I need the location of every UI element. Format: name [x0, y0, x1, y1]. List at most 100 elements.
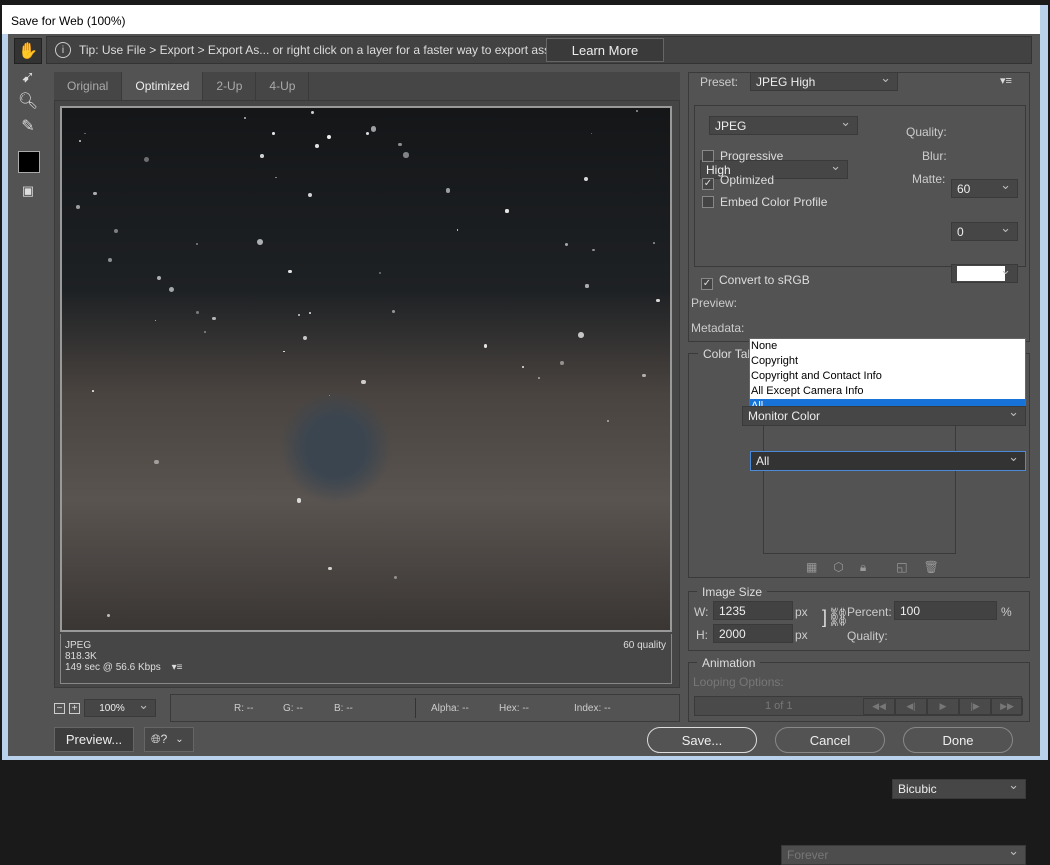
matte-label: Matte:	[912, 172, 946, 186]
format-text: JPEG	[65, 640, 92, 651]
metadata-label: Metadata:	[691, 321, 745, 335]
snow-speck	[606, 419, 610, 423]
optimized-preview-image[interactable]	[60, 106, 672, 632]
readout-divider	[415, 698, 416, 718]
percent-input[interactable]: 100	[894, 601, 997, 620]
cube-icon[interactable]: ⬡	[833, 560, 843, 575]
blur-input[interactable]: 0	[951, 220, 1018, 241]
resample-quality-label: Quality:	[847, 629, 888, 643]
metadata-dropdown-menu: None Copyright Copyright and Contact Inf…	[749, 338, 1026, 414]
snow-speck	[398, 142, 402, 147]
checkbox-icon	[702, 196, 714, 208]
quality-input[interactable]: 60	[951, 177, 1018, 198]
zoom-tool-icon[interactable]: 🔍︎	[14, 88, 42, 114]
metadata-option-copyright[interactable]: Copyright	[750, 354, 1025, 369]
readout-b: B: --	[334, 703, 353, 714]
height-input[interactable]: 2000	[713, 624, 793, 643]
snow-speck	[272, 131, 275, 135]
snow-speck	[169, 286, 175, 293]
snow-speck	[537, 376, 540, 379]
snow-speck	[84, 132, 87, 135]
snow-speck	[296, 498, 302, 503]
embed-color-profile-checkbox[interactable]: Embed Color Profile	[702, 195, 827, 209]
height-unit: px	[795, 628, 808, 642]
animation-label: Animation	[697, 656, 761, 670]
snow-speck	[578, 332, 584, 338]
snow-speck	[635, 110, 639, 113]
new-color-icon[interactable]: ◱	[896, 560, 907, 575]
snow-speck	[370, 126, 377, 133]
snow-speck	[328, 566, 332, 571]
width-input[interactable]: 1235	[713, 601, 793, 620]
zoom-in-icon[interactable]: +	[69, 702, 80, 714]
eyedropper-color-swatch[interactable]	[18, 151, 40, 173]
zoom-out-icon[interactable]: −	[54, 702, 65, 714]
preview-label: Preview:	[691, 296, 738, 310]
preset-label: Preset:	[700, 75, 739, 89]
link-dimensions-icon[interactable]: ]⛓︎	[822, 607, 850, 628]
snow-speck	[560, 360, 565, 365]
next-frame-icon: |▶	[959, 698, 991, 715]
learn-more-button[interactable]: Learn More	[546, 38, 664, 62]
lock-icon[interactable]: 🔒︎	[860, 560, 866, 575]
looping-select: Forever	[781, 843, 1026, 865]
snow-speck	[204, 330, 207, 334]
snow-speck	[107, 613, 111, 617]
web-snap-icon[interactable]: ▦	[806, 560, 817, 575]
slice-select-tool-icon[interactable]: ➹	[14, 64, 42, 90]
preview-color-select[interactable]: Monitor Color	[742, 404, 1026, 426]
done-button[interactable]: Done	[903, 727, 1013, 753]
snow-speck	[326, 134, 331, 139]
tab-2-up[interactable]: 2-Up	[203, 72, 257, 100]
metadata-option-none[interactable]: None	[750, 339, 1025, 354]
convert-srgb-label: Convert to sRGB	[719, 273, 810, 287]
width-label: W:	[694, 605, 709, 619]
resample-quality-select[interactable]: Bicubic	[892, 777, 1026, 799]
snow-speck	[585, 284, 589, 288]
tab-optimized[interactable]: Optimized	[122, 72, 204, 100]
toggle-slices-icon[interactable]: ▣	[14, 178, 42, 204]
tab-4-up[interactable]: 4-Up	[256, 72, 310, 100]
readout-alpha: Alpha: --	[431, 703, 469, 714]
metadata-select[interactable]: All	[750, 449, 1026, 471]
snow-speck	[256, 239, 263, 246]
checkbox-icon	[702, 150, 714, 162]
preset-select[interactable]: JPEG High	[750, 70, 898, 91]
matte-color-swatch	[957, 266, 1005, 281]
cancel-button[interactable]: Cancel	[775, 727, 885, 753]
matte-select[interactable]	[951, 262, 1018, 283]
checkmark-icon: ✓	[701, 278, 713, 290]
optimized-checkbox[interactable]: ✓ Optimized	[702, 173, 774, 190]
hand-tool-icon[interactable]: ✋	[14, 38, 42, 64]
tab-original[interactable]: Original	[54, 72, 123, 100]
browser-preview-button[interactable]: 🌐︎? ⌄	[144, 727, 194, 752]
frame-counter: 1 of 1	[765, 700, 793, 712]
optimize-menu-icon[interactable]: ▾≡	[1000, 74, 1012, 87]
snow-speck	[260, 154, 264, 158]
snow-speck	[107, 257, 113, 262]
last-frame-icon: ▶▶	[991, 698, 1023, 715]
format-select[interactable]: JPEG	[709, 114, 858, 135]
snow-speck	[394, 576, 398, 580]
convert-srgb-checkbox[interactable]: ✓ Convert to sRGB	[701, 273, 810, 290]
metadata-option-all-except-camera[interactable]: All Except Camera Info	[750, 384, 1025, 399]
snow-speck	[196, 243, 198, 245]
metadata-option-copyright-contact[interactable]: Copyright and Contact Info	[750, 369, 1025, 384]
progressive-checkbox[interactable]: Progressive	[702, 149, 783, 163]
snow-speck	[76, 205, 81, 209]
download-menu-icon[interactable]: ▾≡	[172, 662, 183, 673]
zoom-level-select[interactable]: 100%	[84, 697, 156, 717]
snow-speck	[154, 320, 156, 322]
snow-speck	[521, 365, 525, 368]
snow-speck	[92, 389, 94, 392]
snow-speck	[288, 269, 292, 274]
save-button[interactable]: Save...	[647, 727, 757, 753]
snow-speck	[655, 298, 660, 303]
snow-speck	[154, 459, 159, 465]
preview-button[interactable]: Preview...	[54, 727, 134, 752]
snow-speck	[78, 139, 82, 143]
trash-icon[interactable]: 🗑︎	[924, 560, 939, 575]
blur-label: Blur:	[922, 149, 947, 163]
eyedropper-tool-icon[interactable]: ✎	[14, 113, 42, 139]
quality-label: Quality:	[906, 125, 947, 139]
